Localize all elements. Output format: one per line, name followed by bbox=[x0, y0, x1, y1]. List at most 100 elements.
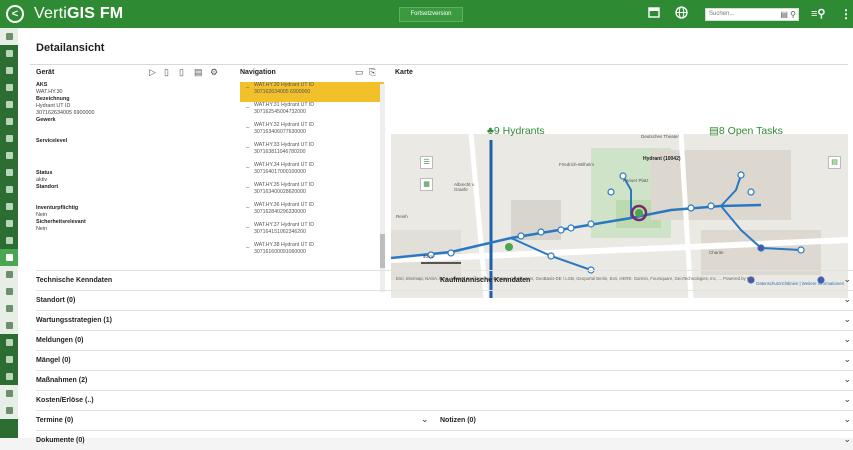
geraet-fields: AKS WAT.HY.30 Bezeichnung Hydrant UT ID … bbox=[36, 82, 236, 233]
back-icon[interactable]: < bbox=[6, 5, 24, 23]
nav-scrollbar[interactable] bbox=[380, 84, 385, 292]
sidebar-item-6[interactable] bbox=[0, 130, 18, 147]
search-icon[interactable]: ▤ ⚲ bbox=[780, 9, 796, 20]
nav-item-title: WAT.HY.31 Hydrant UT ID bbox=[254, 102, 315, 108]
nav-item[interactable]: – WAT.HY.36 Hydrant UT ID 3071628402963300… bbox=[240, 202, 384, 222]
map-table-icon[interactable]: ▤ bbox=[828, 156, 841, 169]
sidebar-item-1[interactable] bbox=[0, 45, 18, 62]
sidebar-item-17[interactable] bbox=[0, 334, 18, 351]
chevron-down-icon[interactable]: ⌄ bbox=[843, 334, 851, 345]
duplicate-icon[interactable]: ▯ bbox=[179, 67, 184, 78]
nav-item[interactable]: – WAT.HY.32 Hydrant UT ID 3071634060776300… bbox=[240, 122, 384, 142]
section-kosten-erloese[interactable]: Kosten/Erlöse (..) ⌄ bbox=[36, 390, 853, 410]
new-doc-icon[interactable]: ▷ bbox=[149, 67, 156, 78]
section-standort[interactable]: Standort (0) ⌄ bbox=[36, 290, 853, 310]
sidebar-item-4[interactable] bbox=[0, 96, 18, 113]
nav-item-title: WAT.HY.34 Hydrant UT ID bbox=[254, 162, 315, 168]
sidebar-item-11[interactable] bbox=[0, 215, 18, 232]
tree-dash: – bbox=[246, 145, 250, 151]
hydrants-stat[interactable]: ♣9 Hydrants bbox=[487, 125, 545, 137]
hierarchy-icon bbox=[5, 288, 13, 295]
version-button[interactable]: Fortsetzversion bbox=[399, 7, 463, 22]
brand-bold: GIS FM bbox=[67, 5, 124, 22]
section-title: Standort (0) bbox=[36, 297, 76, 304]
chevron-down-icon[interactable]: ⌄ bbox=[843, 354, 851, 365]
tool-icon bbox=[5, 118, 13, 125]
nav-item-id: 307162840296330000 bbox=[254, 209, 306, 215]
report-icon[interactable]: ▤ bbox=[194, 67, 203, 78]
sidebar-item-8[interactable] bbox=[0, 164, 18, 181]
section-maengel[interactable]: Mängel (0) ⌄ bbox=[36, 350, 853, 370]
search-doc-icon[interactable]: ⎘ bbox=[369, 67, 376, 78]
nav-item[interactable]: – WAT.HY.37 Hydrant UT ID 3071641510623462… bbox=[240, 222, 384, 242]
scroll-thumb[interactable] bbox=[380, 234, 385, 268]
sidebar-item-hydrants[interactable] bbox=[0, 249, 18, 266]
sidebar-item-user[interactable] bbox=[0, 385, 18, 402]
chevron-down-icon[interactable]: ⌄ bbox=[843, 314, 851, 325]
tasks-count: 8 Open Tasks bbox=[718, 125, 783, 137]
sidebar-item-2[interactable] bbox=[0, 62, 18, 79]
section-dokumente[interactable]: Dokumente (0) ⌄ bbox=[36, 430, 853, 450]
sidebar-item-10[interactable] bbox=[0, 198, 18, 215]
nav-item[interactable]: – WAT.HY.30 Hydrant UT ID 307162634005 690… bbox=[240, 82, 384, 102]
map-view[interactable]: ♣9 Hydrants ▤8 Open Tasks Hydrant (10042… bbox=[391, 80, 848, 298]
calendar-icon[interactable] bbox=[648, 6, 660, 22]
section-massnahmen[interactable]: Maßnahmen (2) ⌄ bbox=[36, 370, 853, 390]
section-wartungsstrategien[interactable]: Wartungsstrategien (1) ⌄ bbox=[36, 310, 853, 330]
nav-item[interactable]: – WAT.HY.38 Hydrant UT ID 3071616000910600… bbox=[240, 242, 384, 262]
hydrant-icon: ♣ bbox=[487, 125, 494, 137]
tree-dash: – bbox=[246, 245, 250, 251]
people-icon bbox=[5, 169, 13, 176]
map-layers-icon[interactable]: ☰ bbox=[420, 156, 433, 169]
tasks-stat[interactable]: ▤8 Open Tasks bbox=[709, 125, 783, 137]
copy-icon[interactable]: ▯ bbox=[164, 67, 169, 78]
chevron-down-icon[interactable]: ⌄ bbox=[843, 374, 851, 385]
chevron-down-icon[interactable]: ⌄ bbox=[843, 434, 851, 445]
chevron-down-icon[interactable]: ⌄ bbox=[843, 414, 851, 425]
map-basemap-icon[interactable]: ▦ bbox=[420, 178, 433, 191]
section-termine[interactable]: Termine (0) ⌄ Notizen (0) ⌄ bbox=[36, 410, 853, 430]
sidebar-item-12[interactable] bbox=[0, 232, 18, 249]
sidebar-item-14[interactable] bbox=[0, 283, 18, 300]
section-title: Mängel (0) bbox=[36, 357, 71, 364]
field-value: Nein bbox=[36, 226, 48, 232]
place-label: Deutsches Theater bbox=[641, 134, 679, 139]
nav-item[interactable]: – WAT.HY.35 Hydrant UT ID 3071634000286200… bbox=[240, 182, 384, 202]
ruler-icon bbox=[5, 373, 13, 380]
sidebar-item-settings[interactable] bbox=[0, 402, 18, 419]
sidebar-item-9[interactable] bbox=[0, 181, 18, 198]
tree-dash: – bbox=[246, 105, 250, 111]
section-title: Technische Kenndaten bbox=[36, 277, 113, 284]
sidebar-item-5[interactable] bbox=[0, 113, 18, 130]
chevron-down-icon[interactable]: ⌄ bbox=[843, 274, 851, 285]
sidebar-item-7[interactable] bbox=[0, 147, 18, 164]
nav-item-id: 307163811046780200 bbox=[254, 149, 306, 155]
chevron-down-icon[interactable]: ⌄ bbox=[843, 294, 851, 305]
section-technische-kenndaten[interactable]: Technische Kenndaten Kaufmännische Kennd… bbox=[36, 270, 853, 290]
nav-item[interactable]: – WAT.HY.34 Hydrant UT ID 3071640170001000… bbox=[240, 162, 384, 182]
search-input[interactable]: Suchen... ▤ ⚲ bbox=[705, 8, 799, 21]
nav-item[interactable]: – WAT.HY.31 Hydrant UT ID 3071625450047320… bbox=[240, 102, 384, 122]
sidebar-collapse-item[interactable] bbox=[0, 28, 18, 45]
field-label: Status bbox=[36, 170, 53, 176]
more-vert-icon[interactable]: ⋮ bbox=[840, 6, 852, 22]
chevron-down-icon[interactable]: ⌄ bbox=[421, 414, 429, 425]
sidebar-item-19[interactable] bbox=[0, 368, 18, 385]
section-meldungen[interactable]: Meldungen (0) ⌄ bbox=[36, 330, 853, 350]
sidebar-item-15[interactable] bbox=[0, 300, 18, 317]
stack-icon bbox=[5, 186, 13, 193]
sidebar-item-16[interactable] bbox=[0, 317, 18, 334]
section-title: Termine (0) bbox=[36, 417, 74, 424]
filter-search-icon[interactable]: ≡⚲ bbox=[811, 6, 825, 22]
settings-icon[interactable]: ⚙ bbox=[210, 67, 218, 78]
chevron-down-icon[interactable]: ⌄ bbox=[843, 394, 851, 405]
sidebar-item-13[interactable] bbox=[0, 266, 18, 283]
navigation-title: Navigation bbox=[240, 69, 276, 76]
place-label: Reinh bbox=[396, 214, 408, 219]
alert-icon bbox=[5, 152, 13, 159]
folder-icon[interactable]: ▭ bbox=[355, 67, 364, 78]
nav-item[interactable]: – WAT.HY.33 Hydrant UT ID 3071638110467802… bbox=[240, 142, 384, 162]
sidebar-item-3[interactable] bbox=[0, 79, 18, 96]
sidebar-item-18[interactable] bbox=[0, 351, 18, 368]
globe-icon[interactable] bbox=[675, 6, 688, 23]
